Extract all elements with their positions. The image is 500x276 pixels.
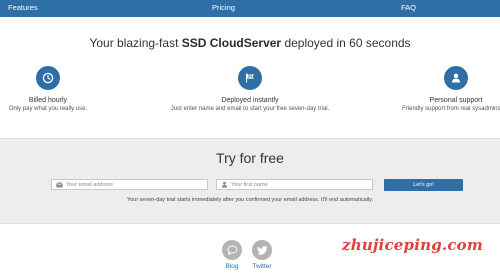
first-name-placeholder: Your first name bbox=[231, 181, 268, 188]
email-field[interactable]: Your email address bbox=[51, 179, 208, 190]
feature-description: Friendly support from real sysadmins wh bbox=[402, 106, 500, 112]
nav-link-features[interactable]: Features bbox=[8, 3, 38, 13]
speech-bubble-icon bbox=[222, 240, 242, 260]
nav-link-faq[interactable]: FAQ bbox=[401, 3, 416, 13]
social-link-twitter[interactable]: Twitter bbox=[249, 240, 275, 270]
top-nav: Features Pricing FAQ bbox=[0, 0, 500, 17]
trial-note: Your seven-day trial starts immediately … bbox=[127, 197, 373, 203]
feature-description: Just enter name and email to start your … bbox=[170, 106, 330, 112]
email-placeholder: Your email address bbox=[66, 181, 113, 188]
first-name-field[interactable]: Your first name bbox=[216, 179, 373, 190]
feature-title: Personal support bbox=[429, 97, 483, 104]
lets-go-button[interactable]: Let's go! bbox=[384, 179, 463, 191]
trial-title: Try for free bbox=[216, 150, 284, 166]
hero-product-name: SSD CloudServer bbox=[181, 36, 282, 50]
feature-title: Deployed instantly bbox=[221, 97, 279, 104]
envelope-icon bbox=[56, 181, 63, 188]
twitter-bird-icon bbox=[252, 240, 272, 260]
feature-billed-hourly: Billed hourly Only pay what you really u… bbox=[0, 66, 96, 113]
user-icon bbox=[444, 66, 468, 90]
twitter-link-label: Twitter bbox=[252, 263, 272, 270]
nav-link-pricing[interactable]: Pricing bbox=[212, 3, 235, 13]
clock-icon bbox=[36, 66, 60, 90]
feature-description: Only pay what you really use. bbox=[8, 106, 88, 112]
flag-icon bbox=[238, 66, 262, 90]
blog-link-label: Blog bbox=[225, 263, 239, 270]
social-link-blog[interactable]: Blog bbox=[220, 240, 244, 270]
trial-signup-section: Try for free Your email address Your fir… bbox=[0, 138, 500, 224]
feature-title: Billed hourly bbox=[28, 97, 68, 104]
feature-deployed-instantly: Deployed instantly Just enter name and e… bbox=[150, 66, 350, 113]
user-icon bbox=[221, 181, 228, 188]
hero-headline: Your blazing-fast SSD CloudServer deploy… bbox=[0, 36, 500, 50]
watermark: zhujiceping.com bbox=[342, 236, 483, 254]
hero-suffix: deployed in 60 seconds bbox=[281, 36, 411, 50]
feature-personal-support: Personal support Friendly support from r… bbox=[376, 66, 500, 113]
hero-prefix: Your blazing-fast bbox=[89, 36, 182, 50]
